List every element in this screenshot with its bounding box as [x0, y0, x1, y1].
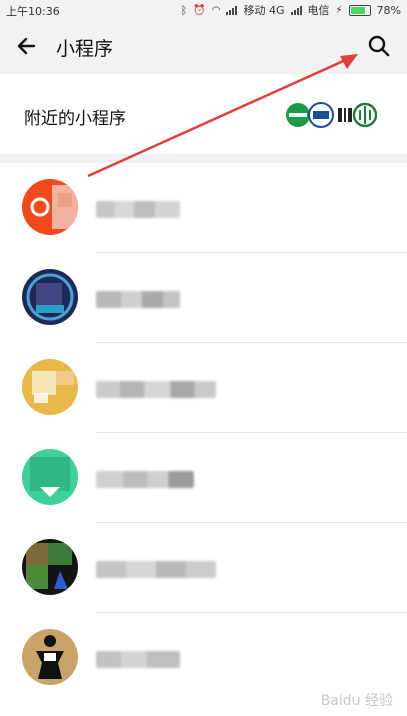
- list-item[interactable]: [0, 523, 407, 613]
- blurred-name: [96, 561, 216, 578]
- blurred-name: [96, 291, 180, 308]
- back-button[interactable]: [14, 30, 42, 62]
- mini-program-avatar: [22, 179, 78, 235]
- wifi-icon: ◠: [211, 4, 221, 16]
- search-button[interactable]: [365, 32, 393, 60]
- battery-percent: 78%: [376, 3, 401, 17]
- bluetooth-icon: ᛒ: [180, 3, 188, 17]
- watermark: Baidu 经验: [320, 693, 393, 709]
- list-item[interactable]: [0, 433, 407, 523]
- nearby-label: 附近的小程序: [24, 109, 126, 129]
- nearby-mini-programs-row[interactable]: 附近的小程序: [0, 74, 407, 154]
- blurred-name: [96, 201, 180, 218]
- blurred-name: [96, 651, 180, 668]
- blurred-name: [96, 381, 216, 398]
- charging-icon: ⚡: [335, 4, 343, 16]
- status-icons: ᛒ ⏰ ◠ 移动 4G 电信 ⚡ 78%: [181, 2, 401, 18]
- blurred-name: [96, 471, 194, 488]
- mini-program-avatar: [22, 359, 78, 415]
- arrow-left-icon: [17, 37, 36, 55]
- carrier-1-label: 移动 4G: [243, 4, 285, 17]
- signal-icon-2: [290, 5, 302, 15]
- list-item[interactable]: [0, 343, 407, 433]
- status-time: 上午10:36: [6, 5, 60, 18]
- mini-program-avatar: [22, 629, 78, 685]
- app-header: 小程序: [0, 18, 407, 74]
- section-separator: [0, 154, 407, 163]
- carrier-2-label: 电信: [307, 4, 330, 17]
- list-item[interactable]: [0, 253, 407, 343]
- list-item[interactable]: [0, 163, 407, 253]
- nearby-logos-icon: [286, 102, 377, 128]
- page-title: 小程序: [56, 38, 114, 60]
- mini-program-avatar: [22, 539, 78, 595]
- search-icon: [368, 35, 390, 57]
- mini-program-avatar: [22, 269, 78, 325]
- battery-fill: [350, 6, 365, 14]
- status-bar: 上午10:36 ᛒ ⏰ ◠ 移动 4G 电信 ⚡ 78%: [0, 0, 407, 18]
- signal-icon: [226, 5, 238, 15]
- mini-program-list: [0, 163, 407, 716]
- battery-icon: [348, 4, 371, 16]
- mini-program-avatar: [22, 449, 78, 505]
- alarm-icon: ⏰: [193, 4, 206, 16]
